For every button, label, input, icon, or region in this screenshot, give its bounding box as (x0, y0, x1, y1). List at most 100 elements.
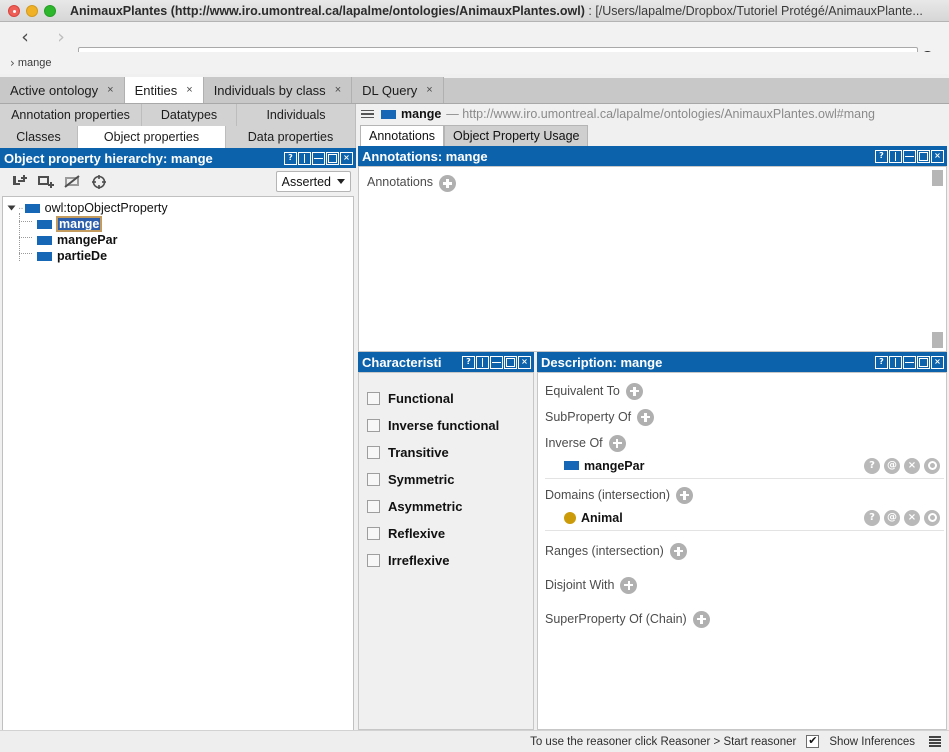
subtab-object-properties[interactable]: Object properties (78, 126, 226, 148)
tree-node-partiede[interactable]: partieDe (3, 248, 353, 264)
maximize-icon[interactable] (917, 150, 930, 163)
section-label: Inverse Of (545, 436, 603, 450)
add-annotation-button[interactable] (439, 175, 456, 192)
protege-window: AnimauxPlantes (http://www.iro.umontreal… (0, 0, 949, 752)
delete-icon[interactable]: × (904, 510, 920, 526)
characteristic-label: Symmetric (388, 472, 454, 487)
checkbox[interactable] (367, 446, 380, 459)
close-icon[interactable]: × (518, 356, 531, 369)
tab-object-property-usage[interactable]: Object Property Usage (444, 125, 588, 146)
help-icon[interactable]: ? (462, 356, 475, 369)
add-inverse-of-button[interactable] (609, 435, 626, 452)
add-range-button[interactable] (670, 543, 687, 560)
tab-annotations[interactable]: Annotations (360, 125, 444, 146)
help-icon[interactable]: ? (284, 152, 297, 165)
characteristic-asymmetric[interactable]: Asymmetric (367, 493, 533, 520)
characteristic-reflexive[interactable]: Reflexive (367, 520, 533, 547)
add-superproperty-chain-button[interactable] (693, 611, 710, 628)
description-section-domains: Domains (intersection) Animal ? @ × (545, 485, 946, 531)
split-icon[interactable] (298, 152, 311, 165)
maximize-icon[interactable] (326, 152, 339, 165)
close-icon[interactable]: × (931, 150, 944, 163)
add-subproperty-of-button[interactable] (637, 409, 654, 426)
maximize-icon[interactable] (504, 356, 517, 369)
subtab-data-properties[interactable]: Data properties (226, 126, 356, 148)
add-disjoint-with-button[interactable] (620, 577, 637, 594)
menu-icon[interactable] (361, 110, 374, 119)
close-icon[interactable]: × (107, 84, 113, 96)
add-equivalent-to-button[interactable] (626, 383, 643, 400)
panel-title-label: Description: mange (541, 355, 662, 370)
log-icon[interactable] (929, 736, 941, 747)
minimize-icon[interactable] (312, 152, 325, 165)
characteristic-functional[interactable]: Functional (367, 385, 533, 412)
characteristic-transitive[interactable]: Transitive (367, 439, 533, 466)
checkbox[interactable] (367, 554, 380, 567)
split-icon[interactable] (889, 150, 902, 163)
add-sub-property-icon[interactable] (8, 171, 34, 193)
breadcrumb-label[interactable]: mange (18, 57, 52, 69)
tab-dl-query[interactable]: DL Query × (352, 77, 444, 103)
close-icon[interactable]: × (340, 152, 353, 165)
delete-icon[interactable]: × (904, 458, 920, 474)
view-mode-label: Asserted (282, 175, 331, 189)
annotations-scrollbar[interactable] (931, 168, 945, 350)
subtab-datatypes[interactable]: Datatypes (142, 104, 237, 126)
minimize-icon[interactable] (903, 150, 916, 163)
close-icon[interactable]: × (335, 84, 341, 96)
tree-node-mange[interactable]: mange (3, 216, 353, 232)
annotate-icon[interactable]: @ (884, 510, 900, 526)
tab-individuals-by-class[interactable]: Individuals by class × (204, 77, 352, 103)
edit-icon[interactable] (924, 458, 940, 474)
back-icon[interactable]: ‹ (14, 26, 36, 48)
split-icon[interactable] (476, 356, 489, 369)
tree-node-top-object-property[interactable]: ·· owl:topObjectProperty (3, 200, 353, 216)
help-icon[interactable]: ? (864, 510, 880, 526)
characteristic-symmetric[interactable]: Symmetric (367, 466, 533, 493)
scrollbar-thumb-up[interactable] (932, 170, 943, 186)
maximize-icon[interactable] (917, 356, 930, 369)
checkbox[interactable] (367, 500, 380, 513)
tab-active-ontology[interactable]: Active ontology × (0, 77, 125, 103)
subtab-classes[interactable]: Classes (0, 126, 78, 148)
forward-icon[interactable]: › (50, 26, 72, 48)
checkbox[interactable] (367, 392, 380, 405)
description-item-mangepar[interactable]: mangePar ? @ × (545, 453, 944, 479)
tree-node-mangepar[interactable]: mangePar (3, 232, 353, 248)
description-section-superproperty-chain: SuperProperty Of (Chain) (545, 609, 946, 629)
entity-header: mange — http://www.iro.umontreal.ca/lapa… (356, 104, 949, 124)
checkbox[interactable] (367, 527, 380, 540)
show-inferences-checkbox[interactable]: ✔ (806, 735, 819, 748)
add-domain-button[interactable] (676, 487, 693, 504)
checkbox[interactable] (367, 473, 380, 486)
help-icon[interactable]: ? (875, 356, 888, 369)
help-icon[interactable]: ? (864, 458, 880, 474)
help-icon[interactable]: ? (875, 150, 888, 163)
hierarchy-toolbar: Asserted (0, 168, 356, 196)
minimize-icon[interactable] (490, 356, 503, 369)
object-property-tree[interactable]: ·· owl:topObjectProperty mange mangePar … (2, 196, 354, 752)
delete-property-icon[interactable] (60, 171, 86, 193)
annotate-icon[interactable]: @ (884, 458, 900, 474)
view-mode-selector[interactable]: Asserted (276, 171, 351, 192)
refresh-icon[interactable] (86, 171, 112, 193)
minimize-icon[interactable] (903, 356, 916, 369)
close-icon[interactable]: × (426, 84, 432, 96)
show-inferences-label: Show Inferences (829, 736, 915, 748)
scrollbar-thumb-down[interactable] (932, 332, 943, 348)
checkbox[interactable] (367, 419, 380, 432)
close-icon[interactable]: × (186, 84, 192, 96)
chevron-down-icon[interactable] (8, 206, 16, 211)
characteristic-irreflexive[interactable]: Irreflexive (367, 547, 533, 574)
subtab-annotation-properties[interactable]: Annotation properties (0, 104, 142, 126)
subtab-individuals[interactable]: Individuals (237, 104, 356, 126)
breadcrumb: › mange (0, 52, 949, 74)
tab-entities[interactable]: Entities × (125, 77, 204, 103)
edit-icon[interactable] (924, 510, 940, 526)
close-icon[interactable]: × (931, 356, 944, 369)
characteristic-inverse-functional[interactable]: Inverse functional (367, 412, 533, 439)
add-sibling-property-icon[interactable] (34, 171, 60, 193)
chevron-down-icon (337, 179, 345, 184)
description-item-animal[interactable]: Animal ? @ × (545, 505, 944, 531)
split-icon[interactable] (889, 356, 902, 369)
